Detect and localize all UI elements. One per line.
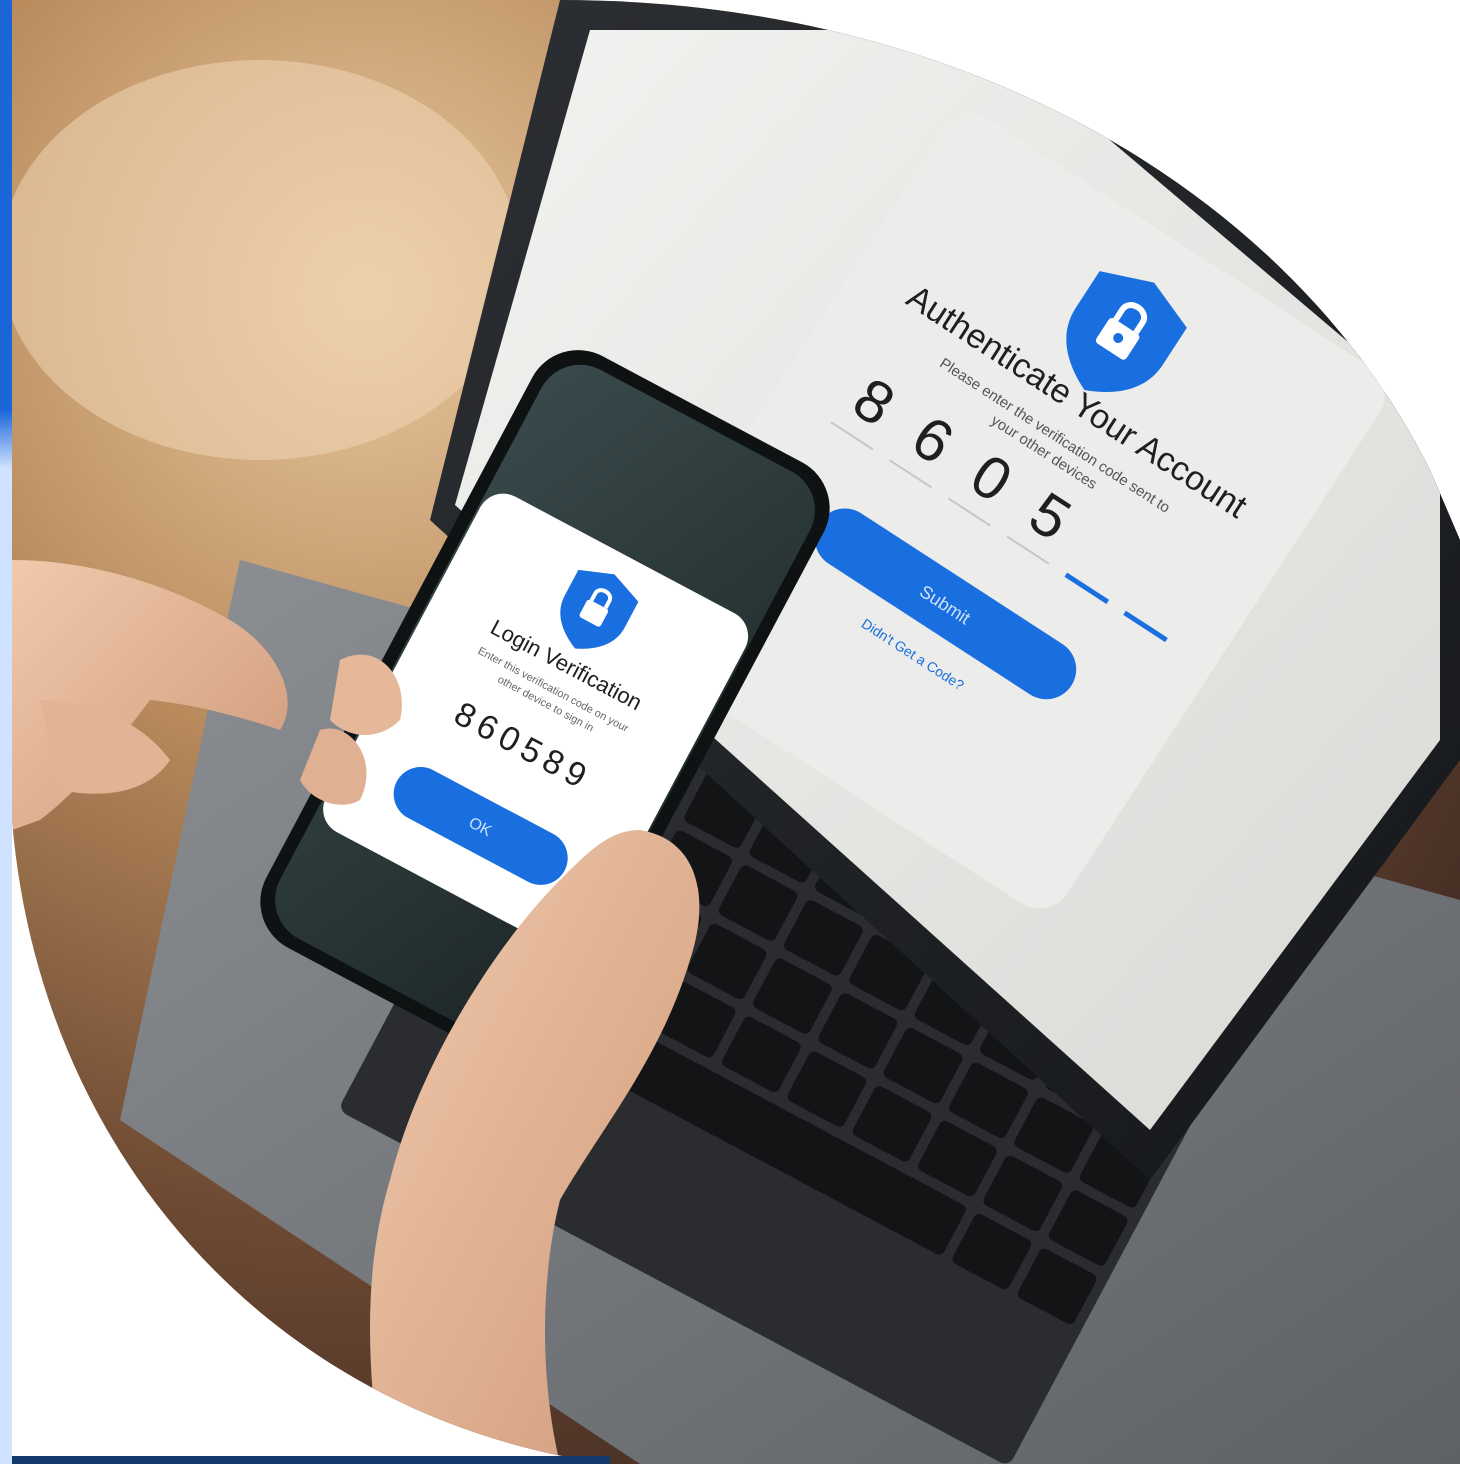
bottom-accent-bar — [12, 1456, 610, 1464]
hero-image: Authenticate Your Account Please enter t… — [0, 0, 1460, 1464]
photo-scene: Authenticate Your Account Please enter t… — [12, 0, 1460, 1464]
circular-photo-mask: Authenticate Your Account Please enter t… — [12, 0, 1460, 1464]
